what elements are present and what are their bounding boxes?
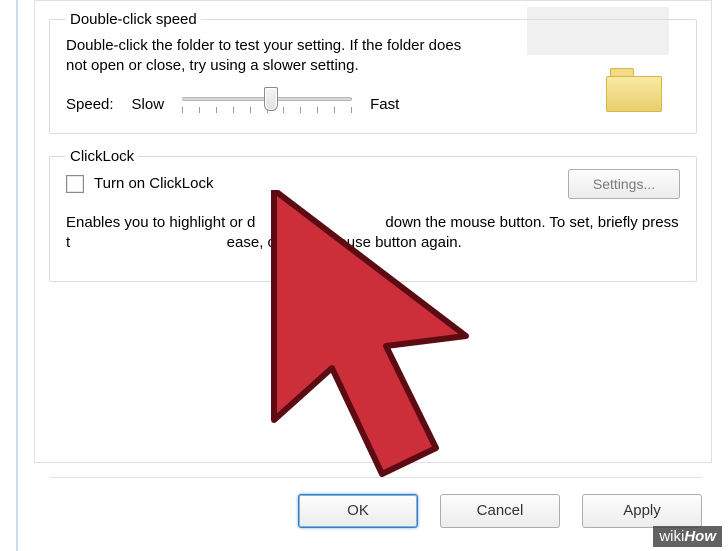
double-click-speed-group: Double-click speed Double-click the fold… <box>49 11 697 134</box>
double-click-speed-slider[interactable] <box>182 91 352 119</box>
speed-fast-label: Fast <box>370 96 399 113</box>
double-click-description: Double-click the folder to test your set… <box>66 36 486 77</box>
slider-thumb[interactable] <box>264 87 278 111</box>
clicklock-desc-a: Enables you to highlight or d <box>66 214 255 231</box>
clicklock-legend: ClickLock <box>66 148 138 165</box>
watermark-b: How <box>684 528 716 545</box>
double-click-speed-legend: Double-click speed <box>66 11 201 28</box>
speed-row: Speed: Slow Fast <box>66 91 680 119</box>
clicklock-description: Enables you to highlight or drag without… <box>66 213 680 254</box>
dialog-button-row: OK Cancel Apply <box>50 477 702 529</box>
property-sheet: Double-click speed Double-click the fold… <box>34 0 712 463</box>
folder-test-icon[interactable] <box>606 68 662 112</box>
cancel-button[interactable]: Cancel <box>440 494 560 528</box>
clicklock-checkbox-label: Turn on ClickLock <box>94 175 214 192</box>
ok-button[interactable]: OK <box>298 494 418 528</box>
wikihow-watermark: wikiHow <box>653 526 722 547</box>
checkbox-icon[interactable] <box>66 175 84 193</box>
clicklock-checkbox[interactable]: Turn on ClickLock <box>66 175 214 193</box>
speed-label: Speed: <box>66 96 114 113</box>
clicklock-settings-button[interactable]: Settings... <box>568 169 680 199</box>
apply-button[interactable]: Apply <box>582 494 702 528</box>
clicklock-desc-c: ease, click the mouse button again. <box>227 234 462 251</box>
speed-slow-label: Slow <box>132 96 165 113</box>
watermark-a: wiki <box>659 528 684 545</box>
dialog-frame: Double-click speed Double-click the fold… <box>16 0 722 551</box>
clicklock-group: ClickLock Turn on ClickLock Settings... … <box>49 148 697 283</box>
